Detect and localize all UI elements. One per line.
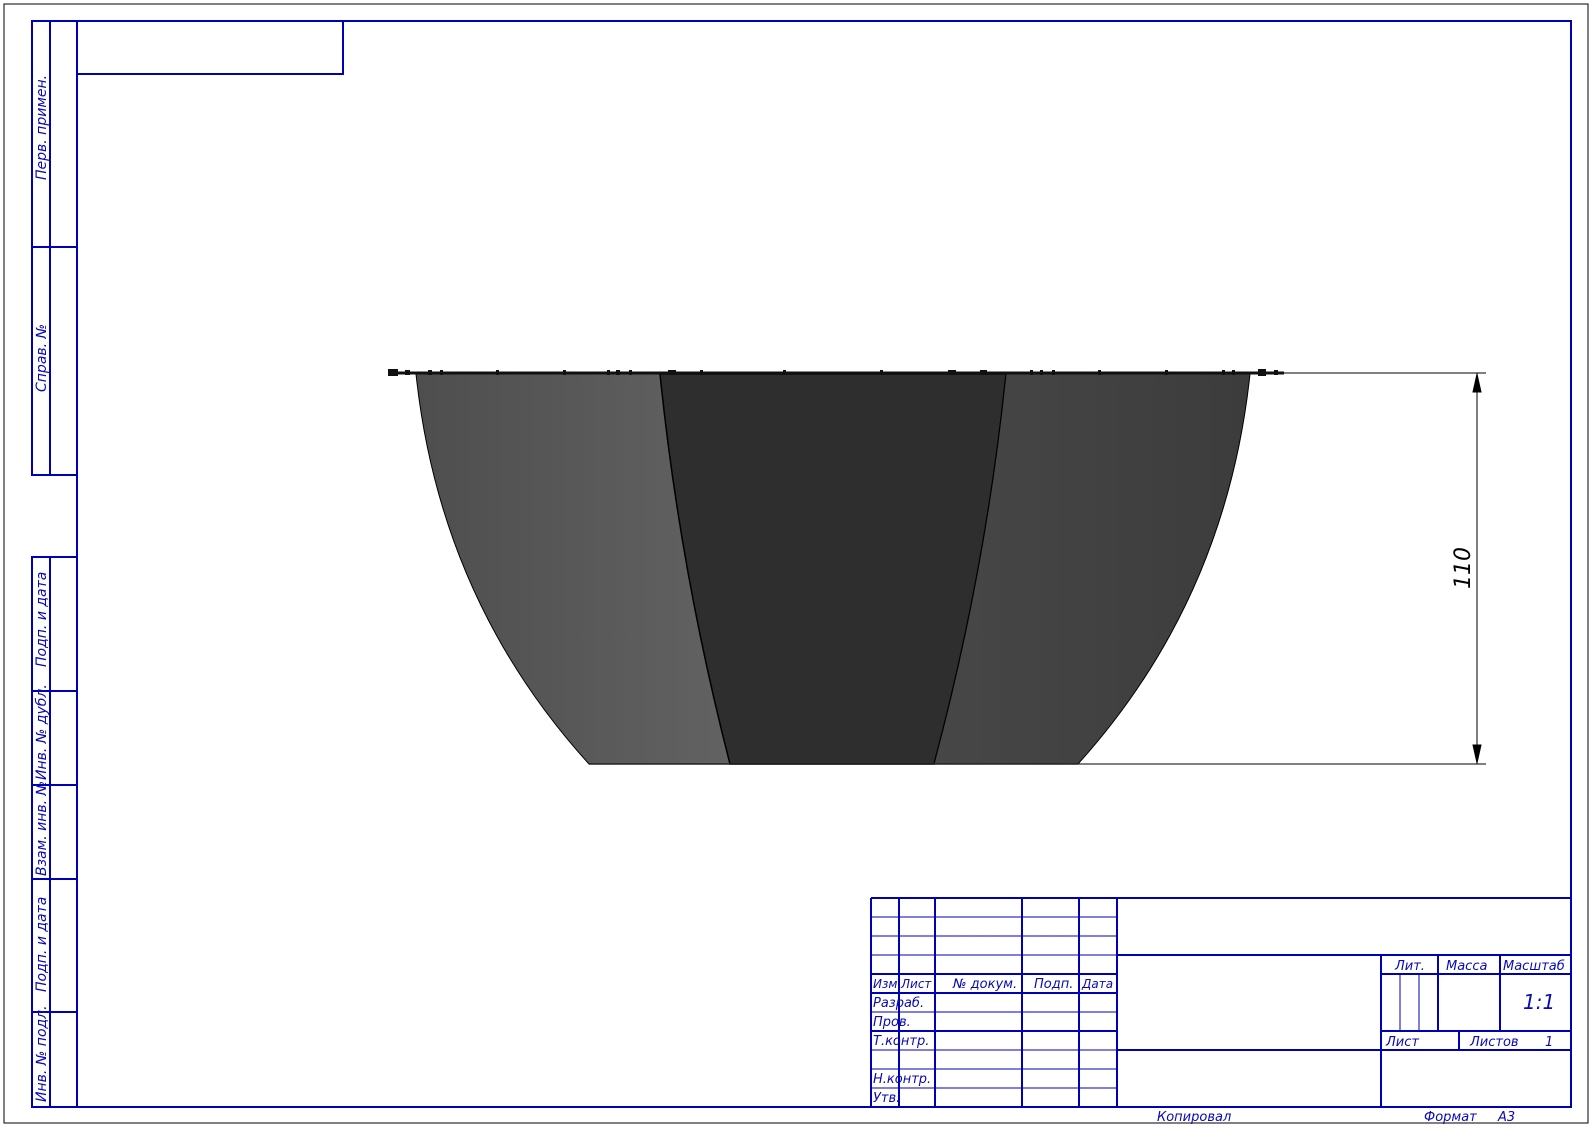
row-label-nkontr: Н.контр. — [873, 1072, 931, 1087]
sheet-label: Лист — [1385, 1035, 1419, 1050]
row-label-razrab: Разраб. — [873, 996, 924, 1011]
col-header-n-dokum: № докум. — [952, 977, 1017, 992]
sheets-label: Листов — [1469, 1035, 1519, 1050]
side-label-inv-dubl: Инв. № дубл. — [34, 684, 50, 780]
col-header-list: Лист — [900, 977, 932, 991]
title-block-thin-lines — [871, 916, 1420, 1089]
row-label-utv: Утв. — [873, 1091, 900, 1106]
row-label-prov: Пров. — [873, 1015, 911, 1030]
top-left-box — [76, 20, 344, 75]
drawing-sheet: Перв. примен. Справ. № Подп. и дата Инв.… — [3, 3, 1589, 1125]
col-header-izm: Изм. — [873, 977, 901, 991]
side-label-podp-data-2: Подп. и дата — [34, 897, 50, 992]
side-label-perv-primen: Перв. примен. — [34, 75, 50, 180]
scale-label: Масштаб — [1503, 959, 1565, 974]
side-label-podp-data-1: Подп. и дата — [34, 572, 50, 667]
sheets-value: 1 — [1545, 1035, 1553, 1050]
row-label-tkontr: Т.контр. — [873, 1034, 929, 1049]
col-header-podp: Подп. — [1034, 977, 1073, 992]
footer-format-label: Формат — [1424, 1110, 1477, 1125]
footer-format-value: А3 — [1497, 1110, 1515, 1125]
scale-value: 1:1 — [1523, 990, 1555, 1014]
side-label-vzam-inv: Взам. инв. № — [34, 781, 50, 876]
dimension-value: 110 — [1451, 547, 1476, 589]
lit-label: Лит. — [1394, 959, 1425, 974]
col-header-data: Дата — [1081, 977, 1113, 991]
mass-label: Масса — [1446, 959, 1487, 974]
side-label-sprav-no: Справ. № — [34, 324, 50, 392]
side-label-inv-podl: Инв. № подл. — [34, 1005, 50, 1102]
part-view — [388, 369, 1284, 765]
footer-copied: Копировал — [1157, 1110, 1231, 1125]
title-block-lines — [870, 897, 1571, 1107]
